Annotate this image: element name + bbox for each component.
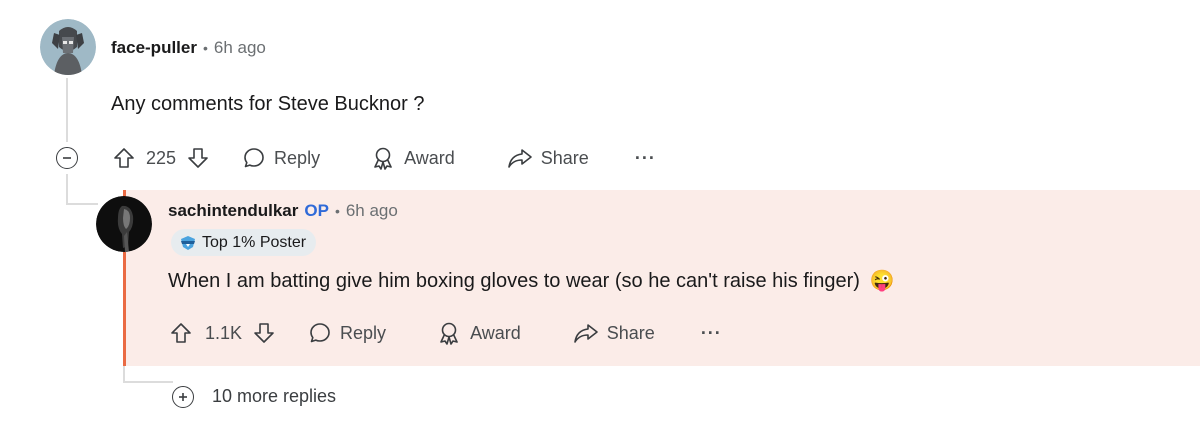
comment-text: Any comments for Steve Bucknor ? <box>111 93 425 115</box>
comment-bubble-icon <box>310 323 330 343</box>
comment-meta: face-puller • 6h ago <box>111 38 266 58</box>
share-label: Share <box>606 322 655 343</box>
vote-count: 1.1K <box>205 322 243 343</box>
collapse-button[interactable] <box>56 147 78 169</box>
share-icon <box>573 324 598 343</box>
award-icon <box>374 147 392 170</box>
reply-label: Reply <box>340 322 387 343</box>
separator-dot: • <box>202 40 208 56</box>
share-button[interactable]: Share <box>573 321 655 345</box>
avatar[interactable] <box>40 19 96 75</box>
op-badge: OP <box>304 201 329 220</box>
minus-icon <box>63 157 71 159</box>
share-icon <box>507 149 532 168</box>
award-label: Award <box>404 147 455 168</box>
more-icon: ··· <box>634 147 656 168</box>
thread-line-main <box>66 78 68 142</box>
award-label: Award <box>470 322 521 343</box>
more-options-button[interactable]: ··· <box>635 148 656 169</box>
more-replies-link[interactable]: 10 more replies <box>212 386 336 407</box>
share-button[interactable]: Share <box>507 146 589 170</box>
user-flair[interactable]: Top 1% Poster <box>171 229 317 256</box>
award-icon <box>440 322 458 345</box>
downvote-button[interactable] <box>186 146 210 170</box>
downvote-icon <box>254 323 274 343</box>
thread-line-more-elbow <box>123 381 173 383</box>
shield-badge-icon <box>181 235 195 250</box>
expand-replies-button[interactable] <box>172 386 194 408</box>
vote-count: 225 <box>146 147 177 168</box>
comment-bubble-icon <box>244 148 264 168</box>
username[interactable]: face-puller <box>111 38 197 58</box>
flair-label: Top 1% Poster <box>202 233 307 251</box>
winking-tongue-emoji: 😜 <box>869 270 895 292</box>
award-button[interactable]: Award <box>370 145 455 171</box>
timestamp[interactable]: 6h ago <box>346 201 398 221</box>
reply-button[interactable]: Reply <box>308 321 386 345</box>
award-button[interactable]: Award <box>436 320 521 346</box>
reply-text-content: When I am batting give him boxing gloves… <box>168 270 860 292</box>
plus-icon <box>179 393 187 401</box>
thread-line-elbow <box>66 203 98 205</box>
username[interactable]: sachintendulkar <box>168 201 298 221</box>
upvote-icon <box>171 323 191 343</box>
upvote-icon <box>114 148 134 168</box>
reply-button[interactable]: Reply <box>242 146 320 170</box>
more-icon: ··· <box>700 322 722 343</box>
downvote-icon <box>188 148 208 168</box>
upvote-button[interactable] <box>169 321 193 345</box>
avatar[interactable] <box>96 196 152 252</box>
reply-meta: sachintendulkar OP • 6h ago <box>168 201 398 221</box>
downvote-button[interactable] <box>252 321 276 345</box>
timestamp[interactable]: 6h ago <box>214 38 266 58</box>
reply-actions: 1.1K Reply Award Share ··· <box>169 320 722 346</box>
reply-label: Reply <box>274 147 321 168</box>
reply-text: When I am batting give him boxing gloves… <box>168 268 894 293</box>
upvote-button[interactable] <box>112 146 136 170</box>
thread-line-branch <box>66 174 68 204</box>
comment-actions: 225 Reply Award Share ··· <box>112 145 656 171</box>
more-options-button[interactable]: ··· <box>701 323 722 344</box>
share-label: Share <box>540 147 589 168</box>
separator-dot: • <box>334 203 340 219</box>
